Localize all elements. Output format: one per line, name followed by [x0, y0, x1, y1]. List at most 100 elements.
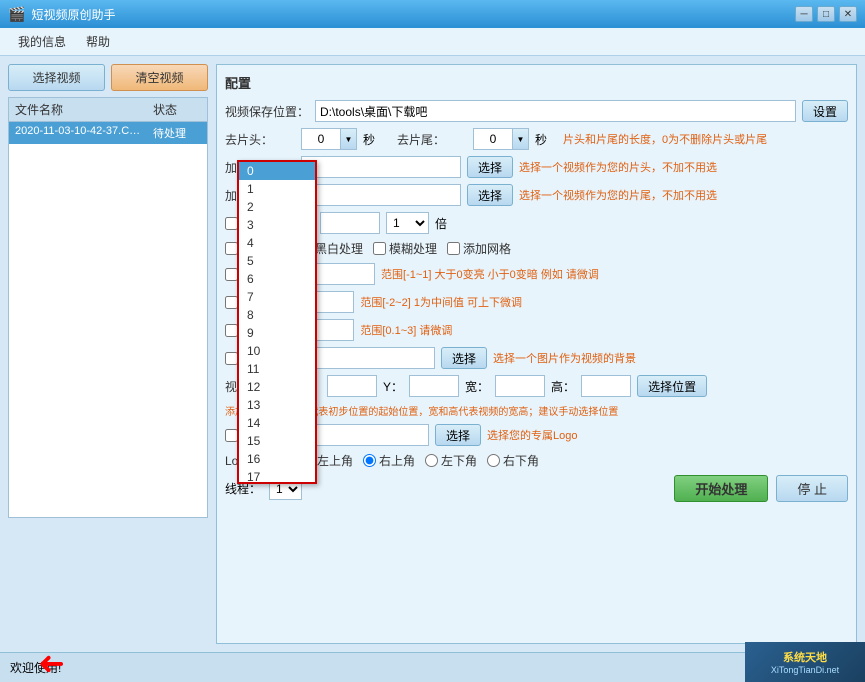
dropdown-item-9[interactable]: 9 [239, 324, 315, 342]
video-pos-height[interactable] [581, 375, 631, 397]
cut-headtail-row: 去片头： ▼ 秒 去片尾： ▼ 秒 片头和片尾的长度，0为不删除片头或片尾 [225, 128, 848, 150]
add-tail-hint: 选择一个视频作为您的片尾，不加不用选 [519, 187, 717, 203]
speed-row: 视频加速 11.52 倍 [225, 212, 848, 234]
app-title: 短视频原创助手 [31, 6, 115, 23]
cut-head-dropdown[interactable]: 0 1 2 3 4 5 6 7 8 9 10 11 12 13 14 15 16… [237, 160, 317, 484]
menu-help[interactable]: 帮助 [76, 30, 120, 53]
file-list: 文件名称 状态 2020-11-03-10-42-37.CUT.00′... 待… [8, 97, 208, 518]
maximize-button[interactable]: □ [817, 6, 835, 22]
close-button[interactable]: ✕ [839, 6, 857, 22]
dropdown-item-12[interactable]: 12 [239, 378, 315, 396]
menu-myinfo[interactable]: 我的信息 [8, 30, 76, 53]
clear-video-button[interactable]: 清空视频 [111, 64, 208, 91]
speed-select[interactable]: 11.52 [386, 212, 429, 234]
file-status-cell: 待处理 [147, 122, 207, 144]
brightness-row: 修改亮度 范围[-1~1] 大于0变亮 小于0变暗 例如 请微调 [225, 263, 848, 285]
minimize-button[interactable]: ─ [795, 6, 813, 22]
save-path-button[interactable]: 设置 [802, 100, 848, 122]
file-list-row[interactable]: 2020-11-03-10-42-37.CUT.00′... 待处理 [9, 122, 207, 144]
start-process-button[interactable]: 开始处理 [674, 475, 768, 502]
add-tail-input[interactable] [301, 184, 461, 206]
dropdown-scroll[interactable]: 0 1 2 3 4 5 6 7 8 9 10 11 12 13 14 15 16… [239, 162, 315, 482]
blur-checkbox[interactable] [373, 242, 386, 255]
logo-pos-row: Logo位置： 左上角 右上角 左下角 右下角 [225, 452, 848, 469]
dropdown-item-7[interactable]: 7 [239, 288, 315, 306]
video-pos-hint-row: 添加了背景：X和Y代表初步位置的起始位置，宽和高代表视频的宽高；建议手动选择位置 [225, 403, 848, 418]
saturation-hint: 范围[0.1~3] 请微调 [360, 322, 452, 338]
video-pos-y[interactable] [409, 375, 459, 397]
add-head-row: 加片头： 选择 选择一个视频作为您的片头，不加不用选 [225, 156, 848, 178]
dropdown-item-0[interactable]: 0 [239, 162, 315, 180]
add-head-button[interactable]: 选择 [467, 156, 513, 178]
dropdown-item-11[interactable]: 11 [239, 360, 315, 378]
dropdown-item-1[interactable]: 1 [239, 180, 315, 198]
logo-bottomright-label[interactable]: 右下角 [487, 452, 539, 469]
select-pos-button[interactable]: 选择位置 [637, 375, 707, 397]
col-status-header: 状态 [147, 98, 207, 121]
dropdown-item-15[interactable]: 15 [239, 432, 315, 450]
logo-bottomleft-radio[interactable] [425, 454, 438, 467]
cut-head-label: 去片头： [225, 131, 295, 148]
cut-tail-input[interactable] [473, 128, 513, 150]
logo-topright-label[interactable]: 右上角 [363, 452, 415, 469]
watermark-sub: XiTongTianDi.net [771, 665, 839, 675]
logo-bottomright-text: 右下角 [503, 452, 539, 469]
window-controls: ─ □ ✕ [795, 6, 857, 22]
dropdown-item-3[interactable]: 3 [239, 216, 315, 234]
video-pos-x[interactable] [327, 375, 377, 397]
addgrid-label: 添加网格 [463, 240, 511, 257]
dropdown-item-17[interactable]: 17 [239, 468, 315, 482]
cut-hint-text: 片头和片尾的长度，0为不删除片头或片尾 [563, 131, 767, 147]
speed-input[interactable] [320, 212, 380, 234]
dropdown-item-14[interactable]: 14 [239, 414, 315, 432]
add-tail-button[interactable]: 选择 [467, 184, 513, 206]
dropdown-item-5[interactable]: 5 [239, 252, 315, 270]
dropdown-item-16[interactable]: 16 [239, 450, 315, 468]
logo-topright-radio[interactable] [363, 454, 376, 467]
add-logo-row: 加 Logo 选择 选择您的专属Logo [225, 424, 848, 446]
config-panel: 配置 视频保存位置： 设置 去片头： ▼ 秒 去片尾： ▼ 秒 片头和片尾的长度… [216, 64, 857, 644]
brightness-hint: 范围[-1~1] 大于0变亮 小于0变暗 例如 请微调 [381, 266, 599, 282]
col-filename-header: 文件名称 [9, 98, 147, 121]
dropdown-item-6[interactable]: 6 [239, 270, 315, 288]
logo-topright-text: 右上角 [379, 452, 415, 469]
cut-head-input[interactable] [301, 128, 341, 150]
addbg-hint: 选择一个图片作为视频的背景 [493, 350, 636, 366]
title-bar: 🎬 短视频原创助手 ─ □ ✕ [0, 0, 865, 28]
cut-tail-dropdown-btn[interactable]: ▼ [513, 128, 529, 150]
logo-bottomleft-label[interactable]: 左下角 [425, 452, 477, 469]
save-path-row: 视频保存位置： 设置 [225, 100, 848, 122]
speed-unit: 倍 [435, 215, 447, 232]
cut-head-spinner: ▼ [301, 128, 357, 150]
logo-bottomright-radio[interactable] [487, 454, 500, 467]
save-path-input[interactable] [315, 100, 796, 122]
addbg-button[interactable]: 选择 [441, 347, 487, 369]
video-pos-row: 视频位置 X： Y： 宽： 高： 选择位置 [225, 375, 848, 397]
file-name-cell: 2020-11-03-10-42-37.CUT.00′... [9, 122, 147, 144]
addgrid-checkbox[interactable] [447, 242, 460, 255]
menu-bar: 我的信息 帮助 [0, 28, 865, 56]
blur-checkbox-label[interactable]: 模糊处理 [373, 240, 437, 257]
dropdown-item-13[interactable]: 13 [239, 396, 315, 414]
blur-label: 模糊处理 [389, 240, 437, 257]
width-label: 宽： [465, 378, 489, 395]
logo-bottomleft-text: 左下角 [441, 452, 477, 469]
cut-tail-spinner: ▼ [473, 128, 529, 150]
cut-tail-label: 去片尾： [397, 131, 467, 148]
watermark: 系统天地 XiTongTianDi.net [745, 642, 865, 682]
dropdown-item-10[interactable]: 10 [239, 342, 315, 360]
select-video-button[interactable]: 选择视频 [8, 64, 105, 91]
logo-topleft-text: 左上角 [317, 452, 353, 469]
add-head-input[interactable] [301, 156, 461, 178]
dropdown-item-4[interactable]: 4 [239, 234, 315, 252]
config-title: 配置 [225, 73, 848, 92]
dropdown-item-2[interactable]: 2 [239, 198, 315, 216]
stop-button[interactable]: 停 止 [776, 475, 848, 502]
dropdown-item-8[interactable]: 8 [239, 306, 315, 324]
logo-button[interactable]: 选择 [435, 424, 481, 446]
cut-head-dropdown-btn[interactable]: ▼ [341, 128, 357, 150]
add-head-hint: 选择一个视频作为您的片头，不加不用选 [519, 159, 717, 175]
video-pos-width[interactable] [495, 375, 545, 397]
logo-hint: 选择您的专属Logo [487, 427, 577, 443]
addgrid-checkbox-label[interactable]: 添加网格 [447, 240, 511, 257]
